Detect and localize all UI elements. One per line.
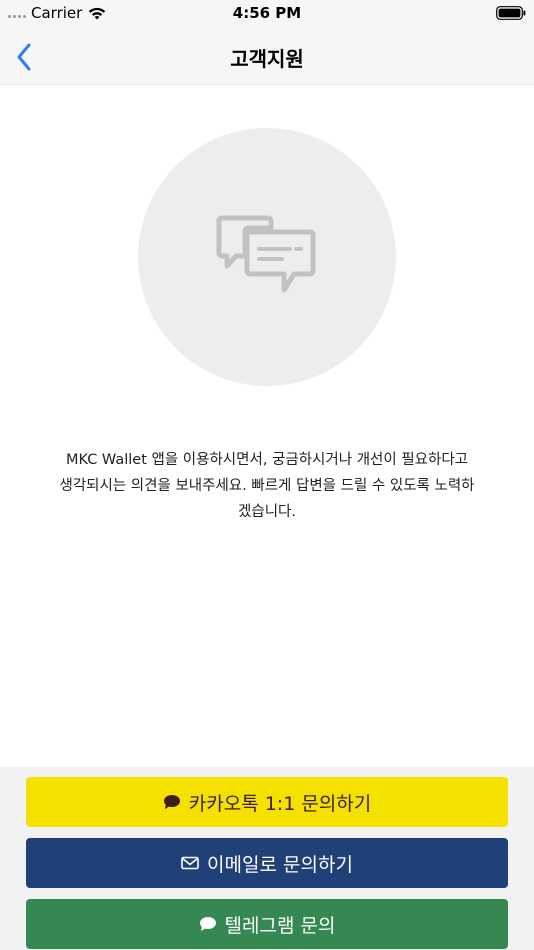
contact-buttons-panel: 카카오톡 1:1 문의하기 이메일로 문의하기 텔레그램 문의 [0,767,534,950]
support-description: MKC Wallet 앱을 이용하시면서, 궁금하시거나 개선이 필요하다고 생… [59,452,475,520]
email-inquiry-button[interactable]: 이메일로 문의하기 [26,838,508,888]
chat-bubbles-icon [216,215,316,293]
navigation-bar: 고객지원 [0,30,534,85]
speech-bubble-icon [199,917,216,931]
status-time: 4:56 PM [232,4,302,22]
page-title: 고객지원 [230,47,304,71]
illustration-circle [138,128,396,386]
envelope-icon [181,856,199,870]
status-bar: Carrier 4:56 PM [0,0,534,30]
telegram-inquiry-button[interactable]: 텔레그램 문의 [26,899,508,949]
speech-bubble-icon [163,795,180,809]
email-inquiry-label: 이메일로 문의하기 [207,853,353,876]
kakao-inquiry-label: 카카오톡 1:1 문의하기 [188,792,372,815]
telegram-inquiry-label: 텔레그램 문의 [224,914,336,937]
kakao-inquiry-button[interactable]: 카카오톡 1:1 문의하기 [26,777,508,827]
support-screen: Carrier 4:56 PM 고객지원 MKC Wallet 앱을 이용하시면… [0,0,534,950]
battery-icon [496,6,526,20]
